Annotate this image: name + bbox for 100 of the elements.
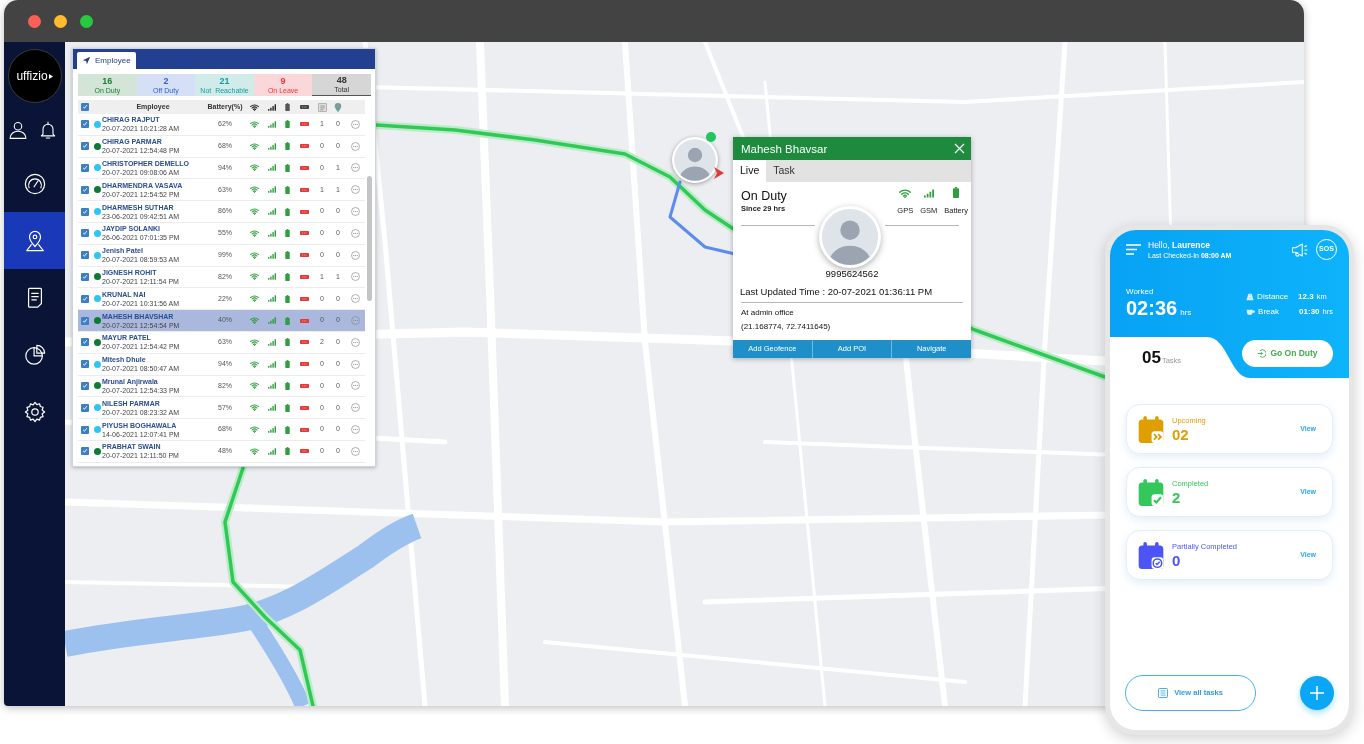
more-options-icon[interactable] <box>351 185 360 195</box>
sidebar-item[interactable] <box>4 212 65 269</box>
signal-icon <box>267 103 276 111</box>
coordinates: (21.168774, 72.7411645) <box>740 322 832 332</box>
sos-icon <box>300 427 309 432</box>
employee-tab[interactable]: Employee <box>77 52 136 69</box>
checkbox[interactable] <box>81 294 89 303</box>
checkbox[interactable] <box>81 425 89 434</box>
battery-icon <box>285 120 290 129</box>
signal-icon <box>267 273 276 281</box>
more-options-icon[interactable] <box>351 446 360 456</box>
task-count: 05 <box>1142 349 1161 367</box>
pie-chart-icon <box>23 343 46 366</box>
more-options-icon[interactable] <box>351 381 360 391</box>
checkbox[interactable] <box>81 381 89 390</box>
more-options-icon[interactable] <box>351 228 360 238</box>
checkbox[interactable] <box>81 185 89 194</box>
online-dot-icon <box>706 132 716 142</box>
checkbox[interactable] <box>81 251 89 260</box>
avatar-marker[interactable] <box>672 137 718 183</box>
menu-icon[interactable] <box>1126 244 1141 255</box>
signal-icon <box>267 142 276 150</box>
checkbox[interactable] <box>81 142 89 151</box>
checkbox[interactable] <box>81 229 89 238</box>
add-button[interactable] <box>1300 676 1334 710</box>
battery-icon <box>285 316 290 325</box>
close-window-button[interactable] <box>28 14 41 28</box>
settings-icon <box>23 400 46 423</box>
minimize-window-button[interactable] <box>54 14 67 28</box>
checkbox[interactable] <box>81 164 89 172</box>
sos-icon <box>300 449 309 454</box>
login-icon <box>1257 349 1267 358</box>
megaphone-icon[interactable] <box>1291 242 1309 257</box>
play-triangle-icon <box>48 73 53 79</box>
battery-icon <box>285 381 290 390</box>
sos-icon <box>300 105 309 109</box>
wifi-icon <box>250 447 259 455</box>
card-count: 2 <box>1172 488 1181 506</box>
sos-icon <box>300 296 309 301</box>
more-options-icon[interactable] <box>351 163 360 173</box>
calendar-icon <box>1138 415 1164 443</box>
checkbox[interactable] <box>81 403 89 412</box>
signal-icon <box>267 208 276 216</box>
user-icon[interactable] <box>8 120 28 140</box>
signal-icon <box>267 317 276 325</box>
tile-count: 21 <box>219 75 230 86</box>
checkbox[interactable] <box>81 207 89 216</box>
signal-icon <box>267 360 276 368</box>
battery-icon <box>285 164 290 172</box>
sos-icon <box>300 274 309 279</box>
worked-label: Worked <box>1126 287 1155 297</box>
more-options-icon[interactable] <box>351 141 360 151</box>
sos-icon <box>300 231 309 236</box>
checkbox[interactable] <box>81 360 89 369</box>
logo[interactable]: uffizio <box>7 49 62 103</box>
battery-icon <box>285 103 290 111</box>
gauge-icon <box>23 172 46 195</box>
checkbox[interactable] <box>81 272 89 281</box>
battery-icon <box>285 403 290 412</box>
wifi-icon <box>250 404 259 412</box>
signal-icon <box>267 404 276 412</box>
map-pin-icon <box>334 102 342 112</box>
signal-icon <box>267 251 276 259</box>
wifi-icon <box>250 164 259 172</box>
bell-icon[interactable] <box>38 120 58 140</box>
more-options-icon[interactable] <box>351 272 360 282</box>
more-options-icon[interactable] <box>351 337 360 347</box>
plus-icon <box>1310 686 1324 700</box>
more-options-icon[interactable] <box>351 119 360 129</box>
sos-icon <box>300 340 309 345</box>
scrollbar-thumb[interactable] <box>366 176 372 301</box>
worked-unit: hrs <box>1180 307 1192 319</box>
more-options-icon[interactable] <box>351 207 360 217</box>
tile-count: 16 <box>102 75 113 86</box>
phone-number: 9995624562 <box>825 268 879 279</box>
more-options-icon[interactable] <box>351 250 360 260</box>
checkbox[interactable] <box>81 338 89 347</box>
more-options-icon[interactable] <box>351 359 360 369</box>
checkbox[interactable] <box>81 120 89 129</box>
popup-tab[interactable]: Task <box>766 160 802 182</box>
sos-icon <box>300 209 309 214</box>
checkbox[interactable] <box>81 316 89 325</box>
battery-icon <box>953 187 960 198</box>
wifi-icon <box>250 360 259 368</box>
popup-tab[interactable]: Live <box>733 160 767 182</box>
signal-icon <box>267 426 276 434</box>
more-options-icon[interactable] <box>351 425 360 435</box>
wifi-icon <box>250 382 259 390</box>
cup-icon <box>1246 308 1256 316</box>
maximize-window-button[interactable] <box>80 14 93 28</box>
select-all-checkbox[interactable] <box>81 103 89 111</box>
more-options-icon[interactable] <box>351 403 360 413</box>
tile-count: 48 <box>336 75 347 85</box>
last-updated-time: Last Updated Time : 20-07-2021 01:36:11 PM <box>739 286 934 298</box>
tile-count: 2 <box>163 75 169 86</box>
close-button[interactable] <box>954 143 965 154</box>
checkbox[interactable] <box>81 447 89 456</box>
sos-icon <box>300 122 309 127</box>
signal-icon <box>267 295 276 303</box>
more-options-icon[interactable] <box>351 294 360 304</box>
